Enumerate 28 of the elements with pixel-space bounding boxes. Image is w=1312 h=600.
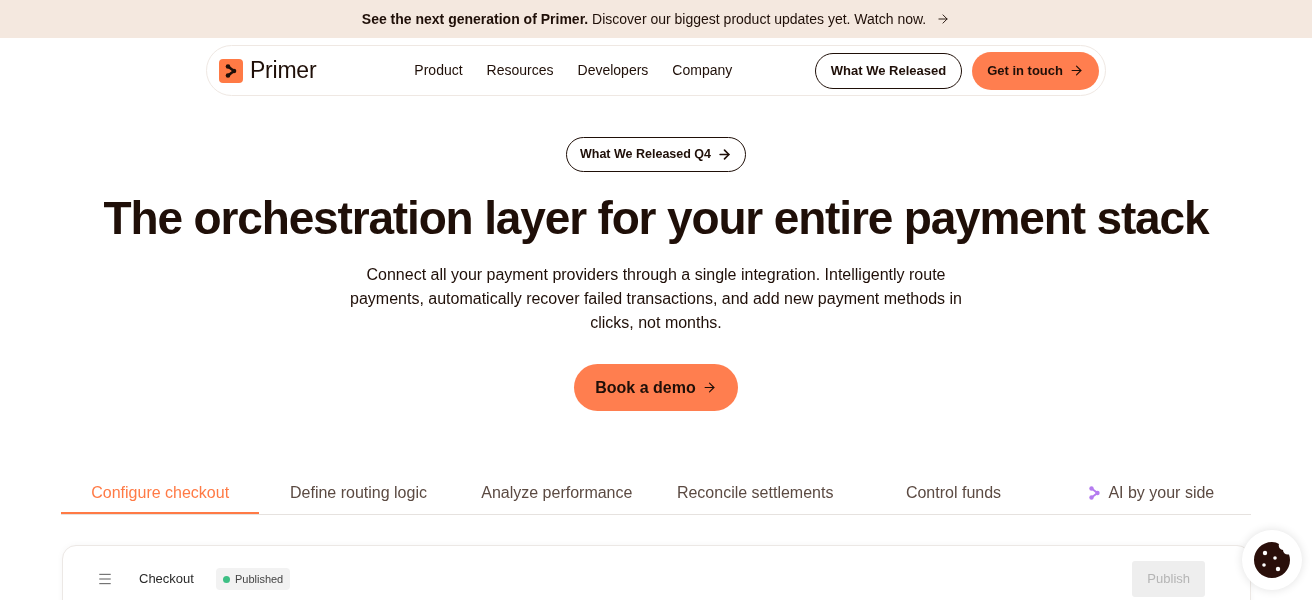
hero-title: The orchestration layer for your entire payment stack [103,193,1209,243]
nav-button[interactable]: Get in touch [972,51,1099,90]
announcement-link[interactable]: See the next generation of Primer. Discover our biggest product updates yet. Watch now. [361,8,951,30]
hero-description: Connect all your payment providers through a single integration. Intelligently route payments, automatically recover failed transactions, and add new payment methods in clicks, not months. [349,265,963,333]
menu-icon[interactable] [97,571,113,587]
tab[interactable]: Analyze performance [457,474,656,514]
nav-link[interactable]: Product [414,60,463,81]
dots-icon [1089,486,1101,500]
status-label: Published [234,571,284,587]
nav-link[interactable]: Developers [577,60,649,81]
home-logo-link[interactable]: Primer [219,53,317,88]
arrow-right-icon [936,12,951,26]
nav-button[interactable]: What We Released [814,52,963,89]
cookie-icon [1253,541,1291,579]
nav-link[interactable]: Resources [486,60,554,81]
logo-icon [219,58,243,83]
panel-title: Checkout [139,570,194,589]
cookie-button[interactable] [1242,530,1302,590]
book-demo-button[interactable]: Book a demo [574,364,738,411]
tab[interactable]: AI by your side [1052,474,1251,514]
arrow-right-icon [1069,63,1084,78]
tab[interactable]: Define routing logic [259,474,458,514]
arrow-right-icon [717,147,733,162]
arrow-right-icon [701,380,717,395]
status-dot-icon [222,575,230,583]
nav-link[interactable]: Company [672,60,733,81]
tab[interactable]: Reconcile settlements [656,474,855,514]
tab[interactable]: Control funds [854,474,1053,514]
